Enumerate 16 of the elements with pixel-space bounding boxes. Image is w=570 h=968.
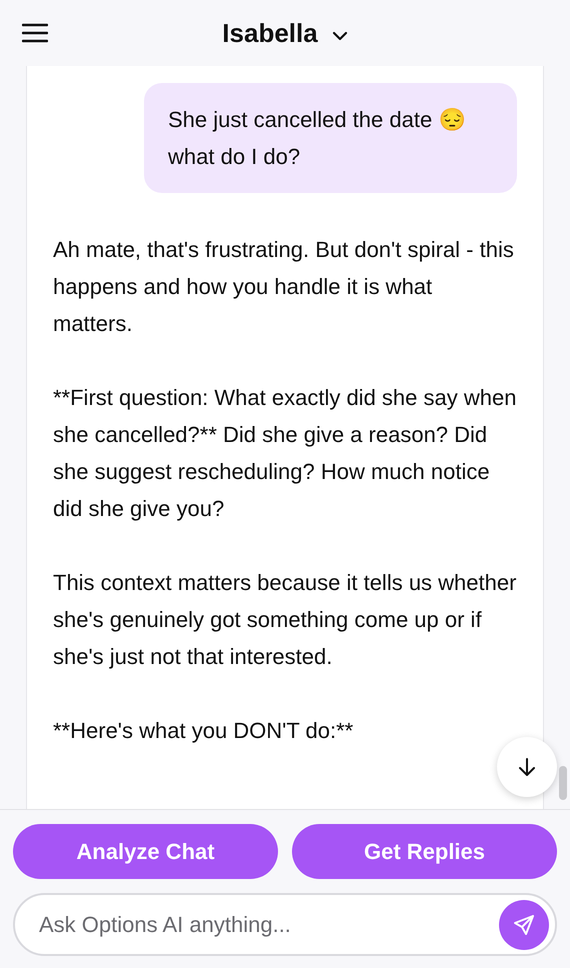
arrow-down-icon [518,757,536,777]
assistant-paragraph: This context matters because it tells us whether she's genuinely got something come up or if she's just not that interested. [53,569,517,671]
chevron-down-icon[interactable] [332,31,348,41]
message-input[interactable]: Ask Options AI anything... [39,908,499,941]
action-button[interactable]: Get Replies [292,824,557,879]
action-button[interactable]: Analyze Chat [13,824,278,879]
send-button[interactable] [499,900,549,950]
assistant-paragraph: Ah mate, that's frustrating. But don't spiral - this happens and how you handle it is what matters. [53,236,515,338]
send-icon [512,912,536,936]
menu-icon[interactable] [22,23,48,43]
scrollbar-thumb [559,766,567,800]
user-message: She just cancelled the date 😔 what do I do? [144,83,517,193]
chat-title: Isabella [222,16,318,50]
message-field[interactable]: Ask Options AI anything... [13,893,557,956]
assistant-paragraph: **Here's what you DON'T do:** [53,717,354,745]
assistant-paragraph: **First question: What exactly did she say when she cancelled?** Did she give a reason? Did she suggest rescheduling? How much notice did she give you? [53,384,517,523]
